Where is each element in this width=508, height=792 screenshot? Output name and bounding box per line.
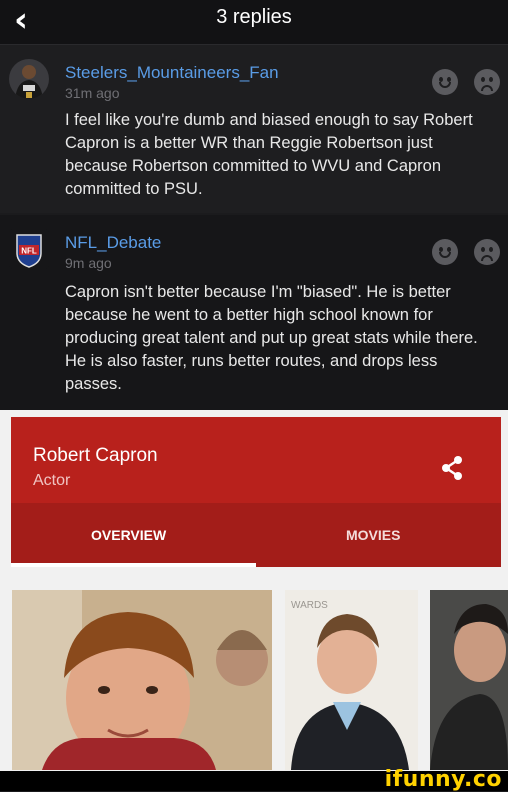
smile-react-icon[interactable] bbox=[432, 69, 458, 95]
comment-item: NFL NFL_Debate 9m ago Capron isn't bette… bbox=[0, 215, 508, 410]
tab-overview[interactable]: OVERVIEW bbox=[91, 527, 166, 543]
frown-react-icon[interactable] bbox=[474, 239, 500, 265]
active-tab-indicator bbox=[11, 563, 256, 567]
tab-movies[interactable]: MOVIES bbox=[346, 527, 400, 543]
comment-username[interactable]: Steelers_Mountaineers_Fan bbox=[65, 63, 279, 83]
comment-text: Capron isn't better because I'm "biased"… bbox=[65, 283, 478, 393]
nfl-logo-text: NFL bbox=[21, 247, 37, 256]
tab-bar: OVERVIEW MOVIES bbox=[11, 503, 501, 567]
knowledge-card-header: Robert Capron Actor OVERVIEW MOVIES bbox=[11, 417, 501, 567]
actor-photo[interactable] bbox=[430, 590, 508, 770]
comment-timestamp: 9m ago bbox=[65, 255, 112, 271]
ifunny-watermark: ifunny.co bbox=[384, 767, 502, 792]
avatar[interactable] bbox=[9, 59, 49, 99]
smile-react-icon[interactable] bbox=[432, 239, 458, 265]
share-icon[interactable] bbox=[437, 453, 467, 483]
comment-text: I feel like you're dumb and biased enoug… bbox=[65, 111, 473, 198]
comment-item: Steelers_Mountaineers_Fan 31m ago I feel… bbox=[0, 45, 508, 213]
entity-type: Actor bbox=[33, 472, 71, 489]
photo-backdrop-text: WARDS bbox=[291, 600, 328, 611]
footer-bar: ifunny.co bbox=[0, 767, 508, 792]
comment-username[interactable]: NFL_Debate bbox=[65, 233, 161, 253]
top-bar: ‹ 3 replies bbox=[0, 0, 508, 45]
actor-photo[interactable]: WARDS bbox=[285, 590, 418, 770]
actor-photo[interactable] bbox=[12, 590, 272, 770]
page-title: 3 replies bbox=[216, 6, 292, 28]
frown-react-icon[interactable] bbox=[474, 69, 500, 95]
entity-name: Robert Capron bbox=[33, 445, 158, 466]
knowledge-panel: Robert Capron Actor OVERVIEW MOVIES WARD… bbox=[0, 410, 508, 791]
comment-timestamp: 31m ago bbox=[65, 85, 120, 101]
nfl-shield-avatar[interactable]: NFL bbox=[9, 229, 49, 269]
